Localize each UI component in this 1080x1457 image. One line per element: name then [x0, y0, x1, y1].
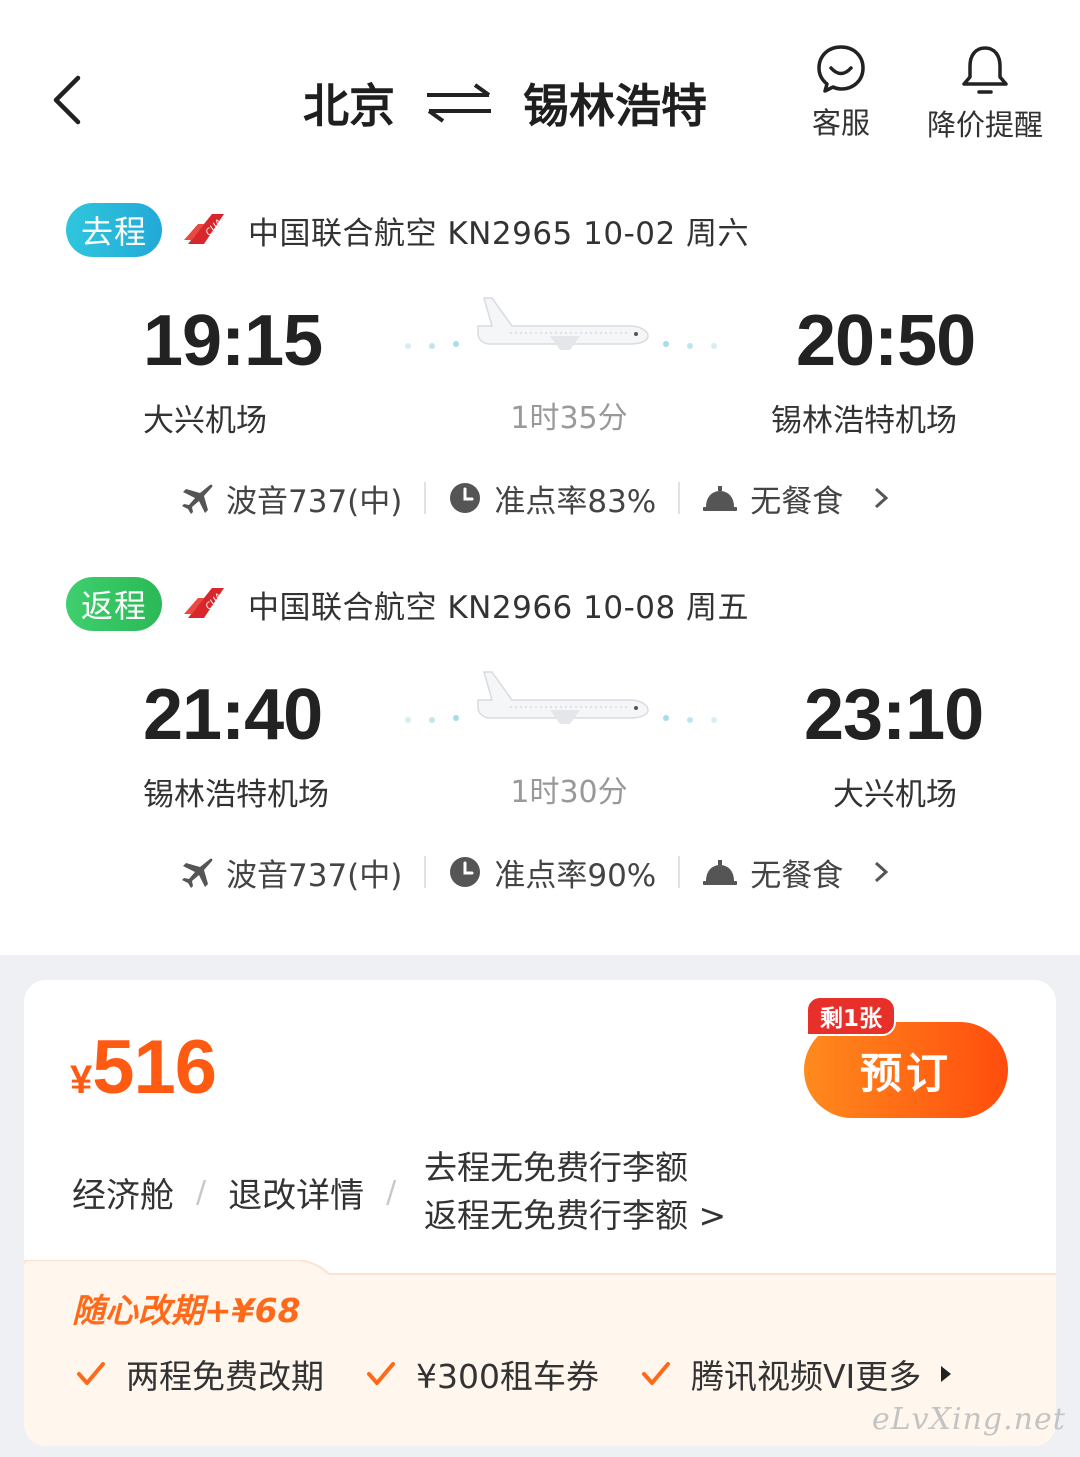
- price: ¥516: [70, 1024, 217, 1111]
- perk-item: 腾讯视频VI: [641, 1350, 855, 1398]
- return-aircraft: 波音737(中): [226, 857, 403, 894]
- swap-icon[interactable]: [423, 81, 495, 125]
- return-header: 返程 CUA 中国联合航空 KN2966 10-08 周五: [66, 576, 749, 632]
- clock-icon: [448, 855, 482, 889]
- caret-right-icon: [941, 1366, 952, 1382]
- service-button[interactable]: 客服: [806, 44, 876, 142]
- service-icon: [817, 45, 865, 93]
- return-duration: 1时30分: [510, 775, 628, 810]
- meal-icon: [702, 483, 738, 513]
- divider: [424, 482, 427, 514]
- return-details[interactable]: 波音737(中) 准点率90% 无餐食: [180, 850, 889, 894]
- outbound-aircraft: 波音737(中): [226, 483, 403, 520]
- plane-icon: [405, 297, 717, 350]
- more-label: 更多: [855, 1357, 922, 1396]
- remaining-badge: 剩1张: [806, 996, 897, 1036]
- plane-icon: [405, 671, 717, 724]
- outbound-details[interactable]: 波音737(中) 准点率83% 无餐食: [180, 476, 889, 520]
- header: 北京 锡林浩特 客服 降价提醒: [0, 0, 1080, 170]
- return-tag: 返程: [66, 577, 162, 631]
- outbound-duration: 1时35分: [510, 401, 628, 436]
- clock-icon: [448, 481, 482, 515]
- divider: [424, 856, 427, 888]
- airplane-icon: [180, 481, 214, 515]
- return-title: 中国联合航空 KN2966 10-08 周五: [248, 589, 750, 626]
- check-icon: [77, 1362, 105, 1385]
- baggage-return: 返程无免费行李额 >: [424, 1196, 727, 1235]
- divider: [678, 482, 681, 514]
- outbound-tag: 去程: [66, 203, 162, 257]
- outbound-header: 去程 CUA 中国联合航空 KN2965 10-02 周六: [66, 202, 749, 258]
- chevron-right-icon: [875, 861, 889, 883]
- outbound-ontime: 准点率83%: [494, 483, 657, 520]
- outbound-dep-airport: 大兴机场: [143, 403, 267, 439]
- airline-logo-icon: CUA: [184, 214, 225, 244]
- perk-item: ¥300租车券: [366, 1350, 599, 1398]
- divider: [678, 856, 681, 888]
- service-label: 客服: [811, 106, 870, 140]
- return-ontime: 准点率90%: [494, 857, 657, 894]
- baggage-outbound: 去程无免费行李额: [424, 1148, 688, 1187]
- airplane-icon: [180, 855, 214, 889]
- price-currency: ¥: [70, 1058, 93, 1102]
- cabin-row: 经济舱 / 退改详情 /: [72, 1168, 418, 1217]
- price-alert-button[interactable]: 降价提醒: [920, 44, 1050, 144]
- outbound-arr-airport: 锡林浩特机场: [771, 403, 957, 439]
- promo-title: 随心改期+¥68: [72, 1291, 301, 1330]
- separator: /: [386, 1175, 397, 1210]
- perk-label: 两程免费改期: [126, 1357, 324, 1396]
- more-perks-link[interactable]: 更多: [855, 1350, 953, 1398]
- airline-logo-icon: CUA: [184, 588, 225, 618]
- bell-icon: [962, 46, 1008, 94]
- watermark: eLvXing.net: [872, 1402, 1066, 1437]
- meal-icon: [702, 857, 738, 887]
- return-dep-airport: 锡林浩特机场: [143, 777, 329, 813]
- outbound-title: 中国联合航空 KN2965 10-02 周六: [248, 215, 750, 252]
- separator: /: [196, 1175, 207, 1210]
- baggage-info[interactable]: 去程无免费行李额 返程无免费行李额 >: [424, 1144, 726, 1240]
- perk-label: 腾讯视频VI: [690, 1357, 856, 1396]
- perk-item: 两程免费改期: [76, 1350, 324, 1398]
- route-title: 北京 锡林浩特: [0, 70, 1080, 136]
- perk-list: 两程免费改期 ¥300租车券 腾讯视频VI 更多: [76, 1350, 953, 1398]
- origin-city: 北京: [303, 79, 395, 133]
- check-icon: [367, 1362, 395, 1385]
- fare-card: ¥516 预订 剩1张 经济舱 / 退改详情 / 去程无免费行李额 返程无免费行…: [24, 980, 1056, 1446]
- chevron-right-icon: [875, 487, 889, 509]
- return-dep-time: 21:40: [143, 675, 323, 755]
- refund-details-link[interactable]: 退改详情: [228, 1168, 364, 1217]
- book-button[interactable]: 预订: [804, 1022, 1008, 1118]
- outbound-meal: 无餐食: [750, 483, 844, 520]
- outbound-dep-time: 19:15: [143, 301, 323, 381]
- check-icon: [641, 1362, 670, 1385]
- perk-label: ¥300租车券: [416, 1357, 599, 1396]
- outbound-arr-time: 20:50: [796, 301, 976, 381]
- return-arr-airport: 大兴机场: [833, 777, 957, 813]
- return-arr-time: 23:10: [804, 675, 984, 755]
- price-alert-label: 降价提醒: [926, 108, 1043, 142]
- destination-city: 锡林浩特: [523, 79, 707, 133]
- cabin-class: 经济舱: [72, 1176, 174, 1216]
- price-value: 516: [92, 1025, 217, 1110]
- return-meal: 无餐食: [750, 857, 844, 894]
